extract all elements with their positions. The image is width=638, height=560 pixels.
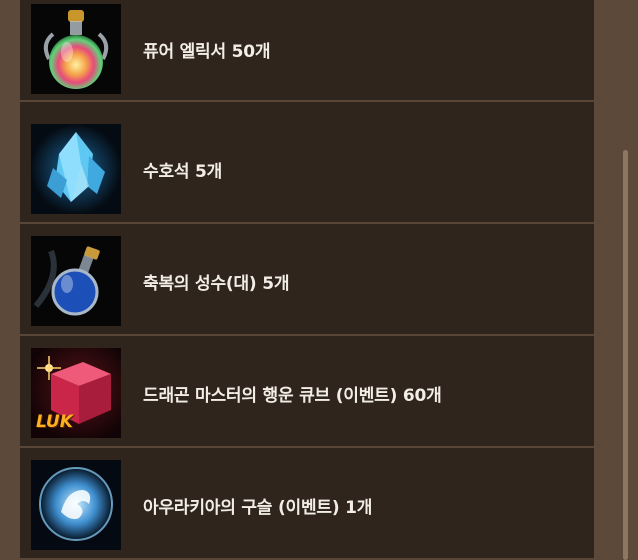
item-label: 아우라키아의 구슬 (이벤트) 1개 (143, 498, 373, 518)
reward-item-list: 퓨어 엘릭서 50개 수호석 5개 축복의 성수(대) 5개 LUK 드래곤 마… (20, 0, 594, 560)
item-label: 수호석 5개 (143, 162, 223, 182)
blue-potion-icon (31, 236, 121, 326)
list-item: 아우라키아의 구슬 (이벤트) 1개 (20, 450, 594, 560)
item-label: 축복의 성수(대) 5개 (143, 274, 290, 294)
item-label: 드래곤 마스터의 행운 큐브 (이벤트) 60개 (143, 386, 442, 406)
list-item: 퓨어 엘릭서 50개 (20, 0, 594, 102)
list-item: 축복의 성수(대) 5개 (20, 226, 594, 336)
aura-orb-icon (31, 460, 121, 550)
rainbow-elixir-icon (31, 4, 121, 94)
luk-badge: LUK (36, 412, 73, 432)
blue-crystal-icon (31, 124, 121, 214)
side-panel-margin (594, 0, 638, 560)
item-label: 퓨어 엘릭서 50개 (143, 42, 271, 62)
scrollbar-thumb[interactable] (623, 150, 628, 560)
list-item: 수호석 5개 (20, 114, 594, 224)
red-cube-icon: LUK (31, 348, 121, 438)
list-item: LUK 드래곤 마스터의 행운 큐브 (이벤트) 60개 (20, 338, 594, 448)
scrollbar[interactable] (623, 150, 628, 560)
